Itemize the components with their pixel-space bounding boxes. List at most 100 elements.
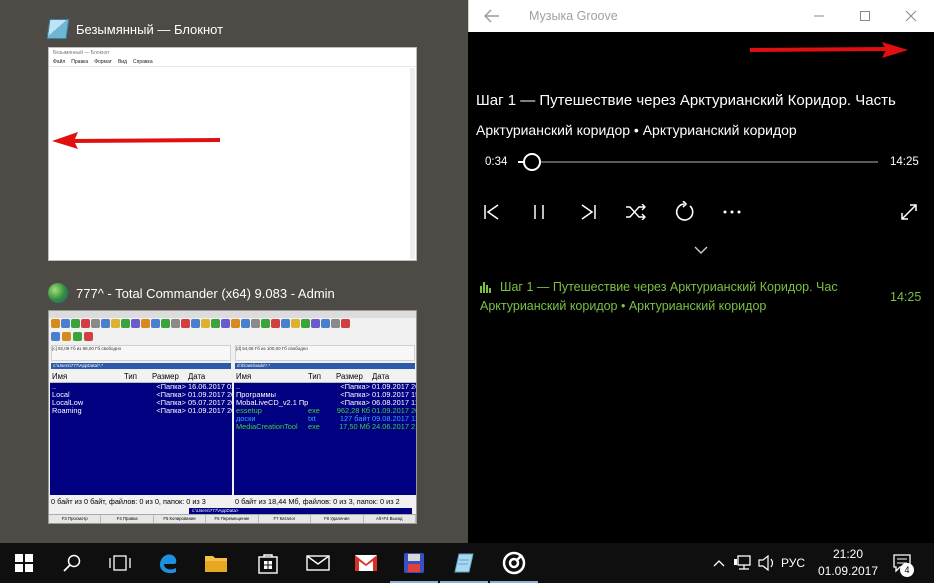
now-playing-equalizer-icon [480,282,491,293]
notepad-scrollbar [410,68,415,259]
file-explorer-button[interactable] [192,543,240,583]
f4-button[interactable]: F4 Правка [101,515,154,523]
back-arrow-icon[interactable] [483,8,501,24]
search-icon [63,554,81,572]
groove-icon [502,551,526,575]
clock-time: 21:20 [832,547,864,561]
f3-button[interactable]: F3 Просмотр [49,515,102,523]
clock-date: 01.09.2017 [817,564,879,578]
pause-icon [534,205,544,219]
table-row[interactable]: MediaCreationTool exe 17,50 Мб 24.06.2017 2… [234,423,416,431]
groove-taskbar-button[interactable] [490,543,538,583]
notepad-title-text: Безымянный — Блокнот [76,21,224,37]
table-row[interactable]: essetup exe 962,28 Кб 01.09.2017 20 [234,407,416,415]
tc-right-panel[interactable]: Имя Тип Размер Дата .. <Папка> 01.09.2017 … [234,371,416,495]
shuffle-icon [626,204,646,220]
store-button[interactable] [244,543,292,583]
search-button[interactable] [48,543,96,583]
store-icon [258,554,278,574]
exit-button[interactable]: Alt+F4 Выход [364,515,416,523]
more-icon [723,210,741,214]
repeat-button[interactable] [671,199,697,225]
network-button[interactable] [732,543,754,583]
minimize-icon [814,15,824,17]
edge-button[interactable] [144,543,192,583]
tc-title-text: 777^ - Total Commander (x64) 9.083 - Adm… [76,285,335,301]
task-view-button[interactable] [96,543,144,583]
pause-button[interactable] [526,199,552,225]
show-hidden-icons-button[interactable] [708,543,730,583]
track-title: Шаг 1 — Путешествие через Арктурианский … [476,92,896,109]
notification-count-badge: 4 [900,563,914,577]
full-screen-icon [901,204,917,220]
minimize-button[interactable] [796,0,842,32]
table-row[interactable]: Roaming <Папка> 01.09.2017 20 [50,407,232,415]
previous-button[interactable] [479,199,505,225]
close-button[interactable] [888,0,934,32]
chevron-down-icon[interactable] [692,243,710,257]
network-icon [734,555,751,570]
notepad-thumbnail-title[interactable]: Безымянный — Блокнот [46,19,224,39]
start-button[interactable] [0,543,48,583]
next-button[interactable] [575,199,601,225]
gmail-button[interactable] [342,543,390,583]
time-total: 14:25 [890,156,919,168]
tc-left-header: Имя Тип Размер Дата [50,371,232,383]
mail-button[interactable] [294,543,342,583]
language-indicator[interactable]: РУС [781,556,805,570]
menu-edit: Правка [71,59,89,65]
maximize-button[interactable] [842,0,888,32]
save-app-button[interactable] [390,543,438,583]
seek-thumb[interactable] [523,153,542,171]
f7-button[interactable]: F7 Каталог [259,515,312,523]
tc-menubar [49,311,416,318]
menu-help: Справка [133,59,153,65]
red-arrow-right-icon [749,42,908,58]
more-button[interactable] [719,199,745,225]
table-row[interactable]: .. <Папка> 01.09.2017 20 [234,383,416,391]
app-title: Музыка Groove [529,9,618,23]
menu-view: Вид [117,59,127,65]
tc-left-drive: [c] 92,09 Гб из 98,00 Гб свободно [51,345,231,361]
seek-bar[interactable] [518,153,878,171]
track-artist[interactable]: Арктурианский коридор • Арктурианский ко… [476,122,797,138]
tc-function-keys: F3 Просмотр F4 Правка F5 Копирование F6 … [49,514,416,523]
repeat-icon [675,201,694,221]
notepad-menu: Файл Правка Формат Вид Справка [49,58,416,67]
volume-button[interactable] [756,543,778,583]
table-row[interactable]: Программы <Папка> 01.09.2017 15 [234,391,416,399]
queue-item-title[interactable]: Шаг 1 — Путешествие через Арктурианский … [500,280,838,294]
f6-button[interactable]: F6 Перемещение [206,515,259,523]
red-arrow-left-icon [52,132,221,149]
tc-right-drive: [d] 54,08 Гб из 100,00 Гб свободно [235,345,415,361]
chevron-up-icon [713,560,725,567]
edge-icon [160,554,177,574]
clock[interactable]: 21:20 01.09.2017 [816,546,880,580]
action-center-button[interactable] [888,543,916,583]
previous-icon [484,204,499,220]
gmail-icon [355,555,377,571]
start-icon [15,554,33,572]
tc-left-panel[interactable]: Имя Тип Размер Дата .. <Папка> 16.06.2017 … [50,371,232,495]
close-icon [905,10,917,22]
file-explorer-icon [205,556,227,572]
shuffle-button[interactable] [623,199,649,225]
notepad-taskbar-button[interactable] [440,543,488,583]
taskbar: РУС 21:20 01.09.2017 [0,543,934,583]
table-row[interactable]: MobaLiveCD_v2.1 Проверк...<Папка>06.08.2… [234,399,416,407]
full-screen-button[interactable] [896,199,922,225]
f8-button[interactable]: F8 Удаление [311,515,364,523]
table-row[interactable]: LocalLow <Папка> 05.07.2017 20 [50,399,232,407]
groove-music-window: Музыка Groove Шаг 1 — Путешествие через … [468,0,934,543]
tc-thumbnail-title[interactable]: 777^ - Total Commander (x64) 9.083 - Adm… [48,283,335,303]
tc-toolbar [51,319,414,330]
task-view-icon [109,555,131,571]
total-commander-thumbnail[interactable]: [c] 92,09 Гб из 98,00 Гб свободно [d] 54… [48,310,417,524]
snap-assist: Безымянный — Блокнот Безымянный — Блокно… [0,0,468,543]
table-row[interactable]: Local <Папка> 01.09.2017 20 [50,391,232,399]
f5-button[interactable]: F5 Копирование [154,515,207,523]
table-row[interactable]: .. <Папка> 16.06.2017 02 [50,383,232,391]
notepad-thumbnail[interactable]: Безымянный — Блокнот Файл Правка Формат … [48,47,417,261]
table-row[interactable]: доски txt 127 байт 09.08.2017 11 [234,415,416,423]
notepad-icon [454,553,474,573]
